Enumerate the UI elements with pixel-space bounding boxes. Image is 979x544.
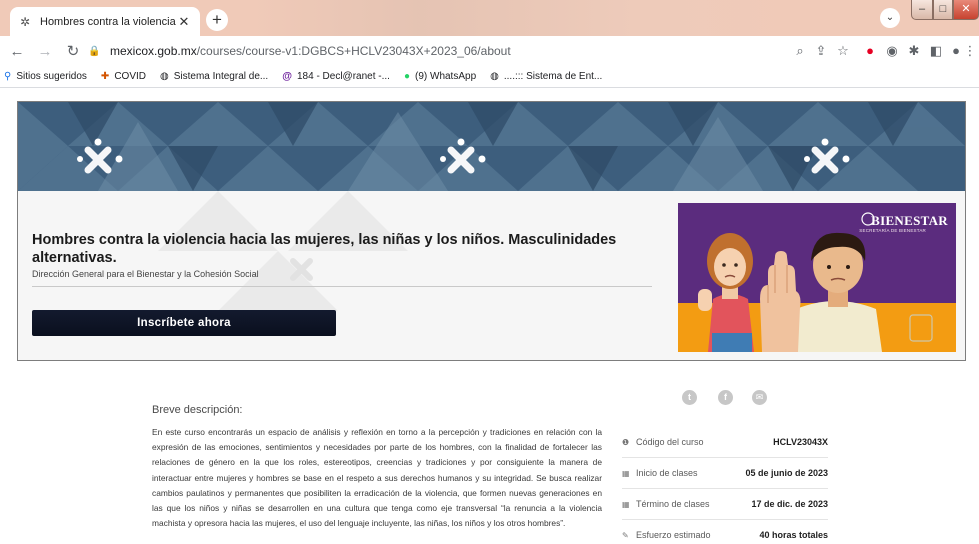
course-title: Hombres contra la violencia hacia las mu… <box>32 232 617 266</box>
at-icon: @ <box>282 71 292 82</box>
banner-pattern <box>18 102 965 191</box>
detail-row-start-date: ▦ Inicio de clases 05 de junio de 2023 <box>622 458 828 489</box>
bienestar-logo-subtitle: SECRETARÍA DE BIENESTAR <box>859 228 926 233</box>
course-organization: Dirección General para el Bienestar y la… <box>32 269 259 279</box>
course-promo-image: BIENESTAR SECRETARÍA DE BIENESTAR <box>678 203 956 352</box>
back-icon[interactable]: ← <box>6 43 28 60</box>
detail-row-end-date: ▦ Término de clases 17 de dic. de 2023 <box>622 489 828 520</box>
detail-label: Esfuerzo estimado <box>636 530 711 540</box>
detail-value: 40 horas totales <box>759 530 828 540</box>
detail-row-effort: ✎ Esfuerzo estimado 40 horas totales <box>622 520 828 544</box>
description-heading: Breve descripción: <box>152 404 243 416</box>
forward-icon[interactable]: → <box>34 43 56 60</box>
whatsapp-icon: ● <box>403 71 410 82</box>
tab-title: Hombres contra la violencia haci <box>40 15 176 28</box>
site-favicon-icon: ✲ <box>19 14 31 29</box>
side-panel-icon[interactable]: ◧ <box>926 41 946 61</box>
share-icon[interactable]: ⇪ <box>811 41 831 61</box>
close-tab-icon[interactable]: ✕ <box>176 14 192 30</box>
url-path: /courses/course-v1:DGBCS+HCLV23043X+2023… <box>196 44 511 58</box>
zoom-icon[interactable]: ⌕ <box>790 41 810 61</box>
tab-strip: ✲ Hombres contra la violencia haci ✕ + ⌄… <box>0 0 979 36</box>
bookmark-item[interactable]: ✚ COVID <box>101 71 146 82</box>
bookmark-label: Sitios sugeridos <box>16 71 87 82</box>
reload-icon[interactable]: ↻ <box>62 42 84 60</box>
bookmark-item[interactable]: ● (9) WhatsApp <box>404 71 476 82</box>
covid-icon: ✚ <box>100 71 110 82</box>
address-bar[interactable]: 🔒 mexicox.gob.mx/courses/course-v1:DGBCS… <box>88 39 834 63</box>
page-content: Hombres contra la violencia hacia las mu… <box>0 89 979 544</box>
lock-icon[interactable]: 🔒 <box>88 46 104 57</box>
bookmark-item[interactable]: ◍ Sistema Integral de... <box>160 71 268 82</box>
detail-value: 05 de junio de 2023 <box>745 468 828 478</box>
email-share-icon[interactable]: ✉ <box>752 390 767 405</box>
browser-tab[interactable]: ✲ Hombres contra la violencia haci ✕ <box>10 7 200 36</box>
detail-label: Código del curso <box>636 437 704 447</box>
pencil-icon: ✎ <box>622 530 629 540</box>
calendar-icon: ▦ <box>622 468 630 478</box>
calendar-icon: ▦ <box>622 499 630 509</box>
pinterest-extension-icon[interactable]: ● <box>860 41 880 61</box>
close-window-button[interactable]: ✕ <box>953 0 979 20</box>
search-icon: ⚲ <box>4 71 12 82</box>
browser-toolbar: ← → ↻ 🔒 mexicox.gob.mx/courses/course-v1… <box>0 36 979 66</box>
bookmark-label: 184 - Decl@ranet -... <box>296 71 390 82</box>
tab-search-icon[interactable]: ⌄ <box>880 8 900 28</box>
divider <box>32 286 652 287</box>
course-details: ❶ Código del curso HCLV23043X ▦ Inicio d… <box>622 427 828 544</box>
info-icon: ❶ <box>622 437 630 447</box>
maximize-button[interactable]: □ <box>933 0 953 20</box>
bookmark-label: COVID <box>114 71 146 82</box>
bookmark-item[interactable]: @ 184 - Decl@ranet -... <box>282 71 390 82</box>
bookmark-label: Sistema Integral de... <box>173 71 269 82</box>
detail-label: Inicio de clases <box>636 468 698 478</box>
course-description: En este curso encontrarás un espacio de … <box>152 427 602 529</box>
bookmarks-bar: ⚲ Sitios sugeridos ✚ COVID ◍ Sistema Int… <box>0 66 979 88</box>
new-tab-button[interactable]: + <box>206 9 228 31</box>
puzzle-extensions-icon[interactable]: ✱ <box>904 41 924 61</box>
globe-icon: ◍ <box>159 71 169 82</box>
detail-value: HCLV23043X <box>773 437 828 447</box>
menu-kebab-icon[interactable]: ⋮ <box>963 41 977 61</box>
bienestar-logo: BIENESTAR <box>871 213 948 228</box>
facebook-share-icon[interactable]: f <box>718 390 733 405</box>
url-host: mexicox.gob.mx <box>110 44 197 58</box>
detail-label: Término de clases <box>636 499 710 509</box>
bookmark-item[interactable]: ◍ ....::: Sistema de Ent... <box>490 71 602 82</box>
course-info-panel: Hombres contra la violencia hacia las mu… <box>18 191 965 360</box>
bookmark-label: (9) WhatsApp <box>415 71 477 82</box>
twitter-share-icon[interactable]: t <box>682 390 697 405</box>
detail-row-course-code: ❶ Código del curso HCLV23043X <box>622 427 828 458</box>
bookmark-star-icon[interactable]: ☆ <box>833 41 853 61</box>
enroll-button[interactable]: Inscríbete ahora <box>32 310 336 336</box>
minimize-button[interactable]: – <box>911 0 933 20</box>
course-banner <box>18 102 965 191</box>
course-hero: Hombres contra la violencia hacia las mu… <box>17 101 966 361</box>
extension-icon[interactable]: ◉ <box>882 41 902 61</box>
globe-icon: ◍ <box>490 71 499 82</box>
bookmark-item[interactable]: ⚲ Sitios sugeridos <box>4 71 87 82</box>
detail-value: 17 de dic. de 2023 <box>751 499 828 509</box>
bookmark-label: ....::: Sistema de Ent... <box>503 71 603 82</box>
